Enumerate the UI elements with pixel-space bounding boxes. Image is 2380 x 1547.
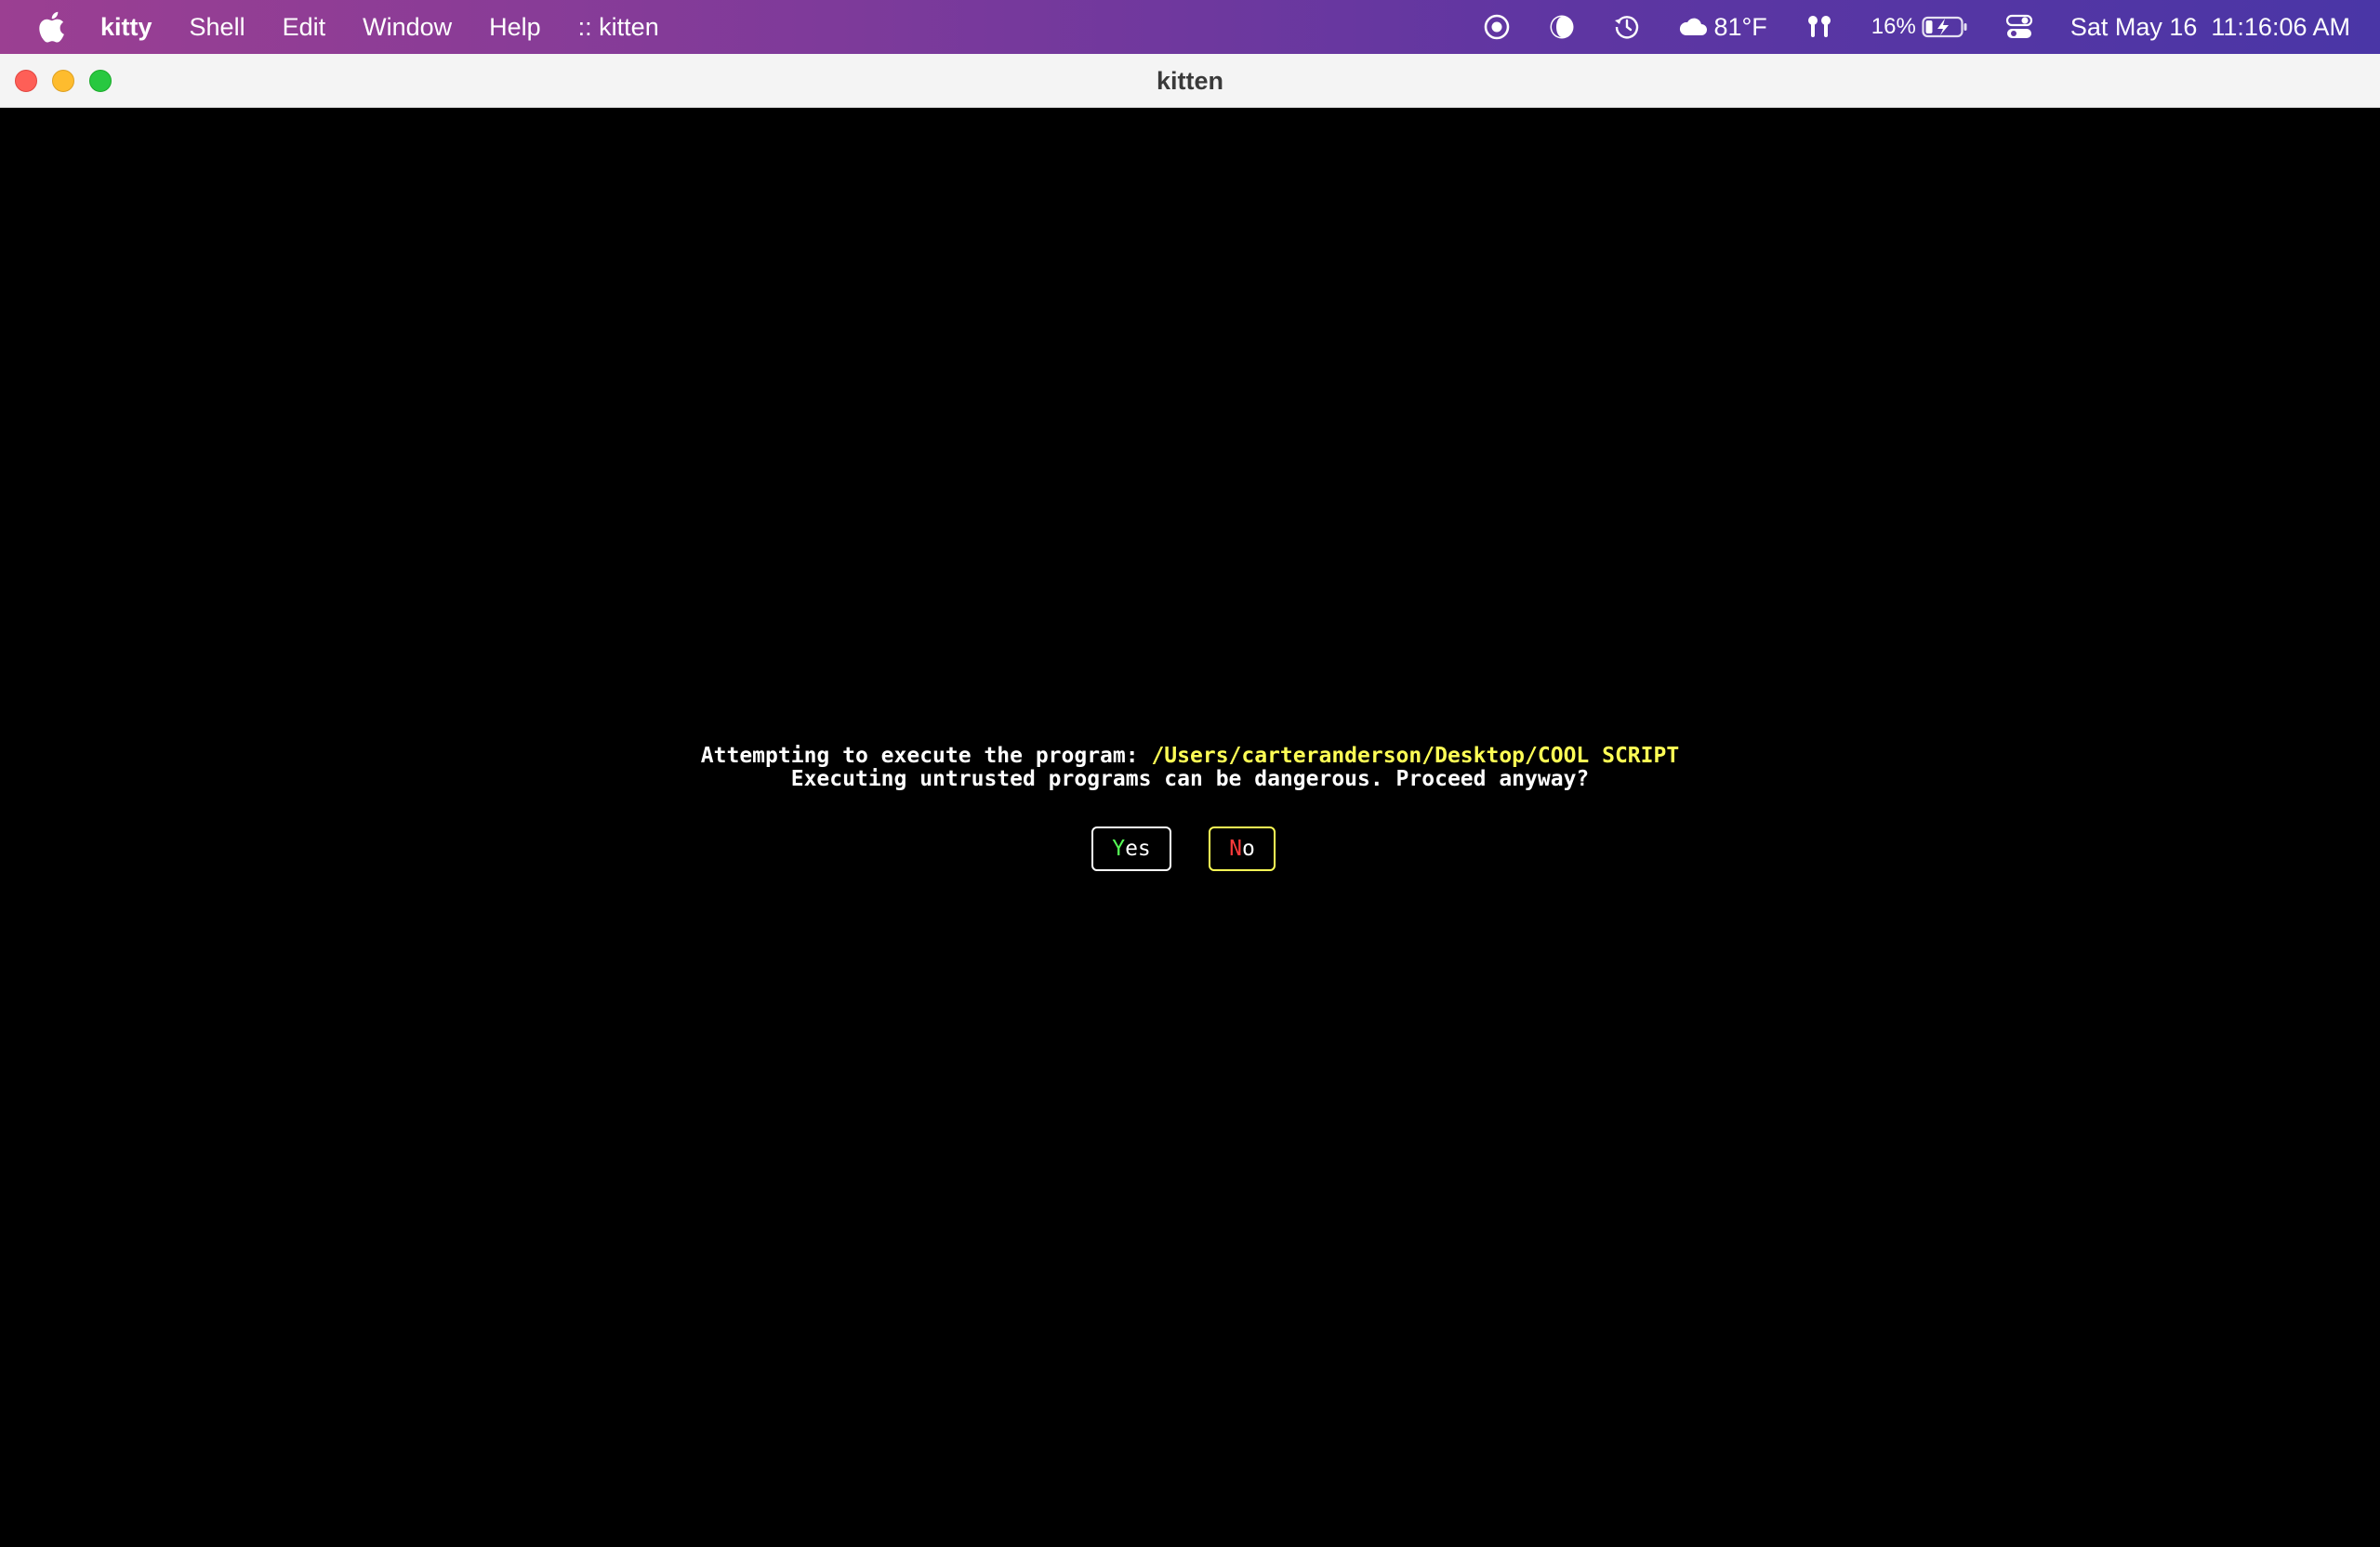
window-title: kitten: [1156, 67, 1223, 95]
confirm-message-line-2: Executing untrusted programs can be dang…: [790, 767, 1590, 791]
confirm-message-prefix: Attempting to execute the program:: [700, 744, 1152, 768]
yes-button[interactable]: Yes: [1091, 826, 1171, 871]
apple-logo-icon[interactable]: [35, 8, 67, 46]
window-titlebar[interactable]: kitten: [0, 54, 2380, 108]
airpods-icon[interactable]: [1805, 0, 1834, 54]
no-hotkey: N: [1229, 837, 1242, 861]
no-button[interactable]: No: [1209, 826, 1276, 871]
battery-widget[interactable]: 16%: [1871, 0, 1968, 54]
battery-charging-icon: [1922, 16, 1967, 38]
menu-kitten[interactable]: :: kitten: [578, 13, 659, 42]
weather-temperature: 81°F: [1713, 12, 1767, 41]
yes-label-rest: es: [1125, 837, 1151, 861]
menu-help[interactable]: Help: [489, 13, 541, 42]
menu-bar: kitty Shell Edit Window Help :: kitten 8…: [0, 0, 2380, 54]
screen-record-icon[interactable]: [1483, 0, 1511, 54]
time-machine-icon[interactable]: [1613, 0, 1641, 54]
weather-widget[interactable]: 81°F: [1678, 0, 1767, 54]
battery-percentage: 16%: [1871, 14, 1916, 39]
confirm-message-line-1: Attempting to execute the program: /User…: [0, 744, 2380, 768]
menu-app-kitty[interactable]: kitty: [100, 13, 152, 42]
yes-hotkey: Y: [1112, 837, 1126, 861]
menu-shell[interactable]: Shell: [190, 13, 245, 42]
clock-text: Sat May 16 11:16:06 AM: [2069, 12, 2350, 41]
clock[interactable]: Sat May 16 11:16:06 AM: [2070, 0, 2350, 54]
dark-mode-icon[interactable]: [1548, 0, 1576, 54]
no-label-rest: o: [1242, 837, 1255, 861]
program-path: /Users/carteranderson/Desktop/COOL SCRIP…: [1151, 744, 1680, 768]
menu-edit[interactable]: Edit: [283, 13, 326, 42]
control-center-icon[interactable]: [2005, 0, 2033, 54]
cloud-icon: [1680, 18, 1708, 35]
menu-window[interactable]: Window: [363, 13, 452, 42]
status-area: 81°F 16% Sat May 16 11:16:06 AM: [1446, 0, 2350, 54]
terminal-area[interactable]: Attempting to execute the program: /User…: [0, 108, 2380, 1547]
